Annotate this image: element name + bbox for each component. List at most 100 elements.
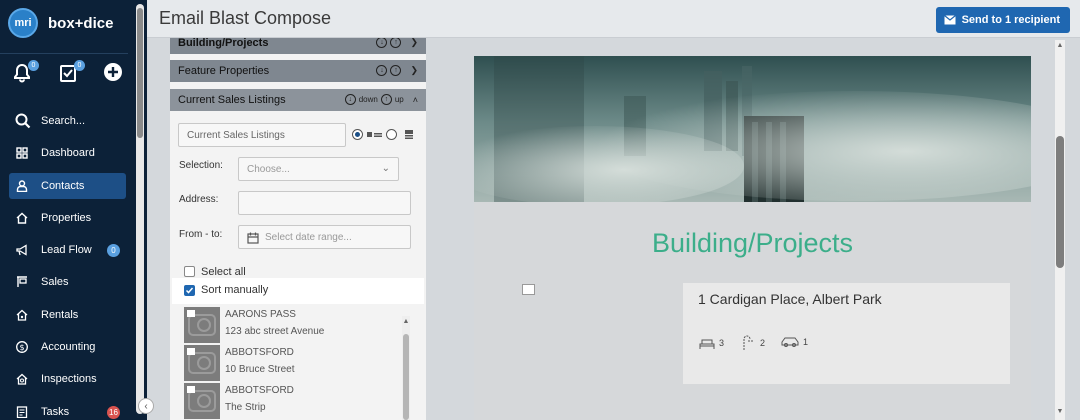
from-to-label: From - to: [179, 229, 223, 240]
collapse-sidebar-button[interactable]: ‹ [138, 398, 154, 414]
grid-layout-icon [405, 130, 413, 139]
accordion-feature-properties[interactable]: Feature Properties ↓ ↑ ❯ [170, 60, 426, 82]
property-address: 1 Cardigan Place, Albert Park [698, 291, 882, 307]
notification-badge: 0 [28, 60, 39, 71]
accordion-current-sales-listings[interactable]: Current Sales Listings ↓ down ↑ up ˄ [170, 89, 426, 111]
nav-label: Properties [41, 211, 92, 224]
accordion-building-projects[interactable]: Building/Projects ↓ ↑ ❯ [170, 38, 426, 54]
move-down-icon[interactable]: ↓ [376, 38, 388, 48]
listing-item[interactable]: ABBOTSFORD 10 Bruce Street [184, 345, 396, 381]
nav-label: Lead Flow [41, 244, 92, 257]
page-title: Email Blast Compose [159, 8, 332, 28]
mri-logo: mri [8, 8, 38, 38]
nav-lead-flow[interactable]: Lead Flow 0 [9, 237, 126, 263]
tasks-count-badge: 16 [107, 405, 120, 419]
sidebar: mri box+dice 0 0 Search... Dashboard Con… [0, 0, 154, 420]
nav-dashboard[interactable]: Dashboard [9, 140, 126, 166]
date-range-placeholder: Select date range... [265, 231, 352, 243]
bell-icon[interactable]: 0 [13, 60, 39, 83]
bathrooms-feature: 2 [741, 335, 765, 351]
car-spaces-feature: 1 [780, 335, 808, 349]
listing-item[interactable]: AARONS PASS 123 abc street Avenue [184, 307, 396, 343]
accordion-label: Building/Projects [178, 38, 269, 49]
scroll-up-icon[interactable]: ▲ [402, 318, 410, 325]
nav-tasks[interactable]: Tasks 16 [9, 399, 126, 420]
selection-dropdown[interactable]: Choose... ⌄ [238, 157, 399, 181]
layout-radio-list[interactable] [352, 129, 363, 140]
preview-scroll-thumb[interactable] [1056, 136, 1064, 268]
sort-manually-checkbox[interactable] [184, 285, 195, 296]
calendar-icon [247, 232, 259, 244]
accordion-controls: ↓ down ↑ up ˄ [344, 94, 418, 105]
nav-sales[interactable]: Sales [9, 269, 126, 295]
nav-inspections[interactable]: Inspections [9, 366, 126, 392]
camera-placeholder-icon [184, 307, 220, 343]
shower-icon [743, 335, 753, 350]
nav-contacts[interactable]: Contacts [9, 172, 126, 199]
chevron-left-icon: ‹ [144, 400, 148, 412]
email-preview: Building/Projects 1 Cardigan Place, Albe… [474, 56, 1031, 420]
sidebar-scroll-thumb[interactable] [137, 8, 143, 138]
divider [0, 53, 128, 54]
search-icon [15, 113, 31, 129]
property-card: 1 Cardigan Place, Albert Park 3 2 1 [683, 283, 1010, 384]
nav-label: Search... [41, 115, 86, 127]
date-range-input[interactable]: Select date range... [238, 225, 411, 249]
listing-address: 10 Bruce Street [225, 364, 295, 375]
envelope-icon [943, 15, 956, 25]
chevron-down-icon: ⌄ [381, 163, 390, 174]
accordion-label: Current Sales Listings [178, 94, 286, 106]
move-up-icon[interactable]: ↑ [390, 38, 402, 48]
chevron-up-icon[interactable]: ˄ [413, 95, 418, 105]
chevron-down-icon[interactable]: ❯ [410, 38, 418, 48]
brand-name: box+dice [48, 14, 114, 32]
content-panel: Building/Projects ↓ ↑ ❯ Feature Properti… [170, 38, 426, 420]
listing-suburb: ABBOTSFORD [225, 347, 294, 358]
plus-circle-icon[interactable] [104, 63, 124, 83]
scroll-up-icon[interactable]: ▲ [1055, 42, 1065, 49]
address-input[interactable] [238, 191, 411, 215]
move-down-icon[interactable]: ↓ [344, 94, 356, 105]
sign-icon [16, 276, 28, 288]
listing-suburb: AARONS PASS [225, 309, 296, 320]
listing-item[interactable]: ABBOTSFORD The Strip [184, 383, 396, 419]
accordion-controls: ↓ ↑ ❯ [376, 65, 418, 76]
header: Email Blast Compose Send to 1 recipient [147, 0, 1080, 38]
send-button-label: Send to 1 recipient [961, 14, 1060, 26]
layout-radio-grid[interactable] [386, 129, 397, 140]
select-all-label: Select all [201, 266, 246, 278]
nav-rentals[interactable]: Rentals [9, 302, 126, 328]
tasks-badge: 0 [74, 60, 85, 71]
car-spaces-count: 1 [803, 337, 809, 347]
sort-manually-row[interactable]: Sort manually [172, 278, 424, 304]
select-all-checkbox[interactable] [184, 266, 195, 277]
listing-scroll-thumb[interactable] [403, 334, 409, 420]
scroll-down-icon[interactable]: ▼ [1055, 408, 1065, 415]
accordion-label: Feature Properties [178, 65, 270, 77]
nav-properties[interactable]: Properties [9, 205, 126, 231]
person-icon [16, 179, 28, 192]
chevron-down-icon[interactable]: ❯ [410, 65, 418, 76]
megaphone-icon [16, 244, 28, 256]
key-house-icon [16, 309, 28, 321]
move-down-icon[interactable]: ↓ [376, 65, 388, 76]
tasks-icon[interactable]: 0 [59, 60, 85, 83]
move-up-icon[interactable]: ↑ [390, 65, 402, 76]
nav-label: Sales [41, 276, 69, 289]
brand[interactable]: mri box+dice [8, 8, 113, 38]
move-up-icon[interactable]: ↑ [380, 94, 392, 105]
bedrooms-feature: 3 [698, 335, 724, 351]
dollar-icon: $ [16, 341, 28, 354]
listing-address: The Strip [225, 402, 266, 413]
bed-icon [699, 339, 715, 349]
nav-accounting[interactable]: $ Accounting [9, 334, 126, 360]
section-title-input[interactable]: Current Sales Listings [178, 123, 346, 147]
nav-label: Accounting [41, 341, 96, 354]
send-button[interactable]: Send to 1 recipient [935, 7, 1070, 33]
nav-search[interactable]: Search... [9, 108, 126, 134]
nav-label: Contacts [41, 179, 85, 192]
checklist-icon [16, 406, 28, 418]
email-heading: Building/Projects [651, 228, 854, 258]
broken-image-icon [522, 284, 535, 295]
lead-flow-badge: 0 [107, 244, 120, 258]
